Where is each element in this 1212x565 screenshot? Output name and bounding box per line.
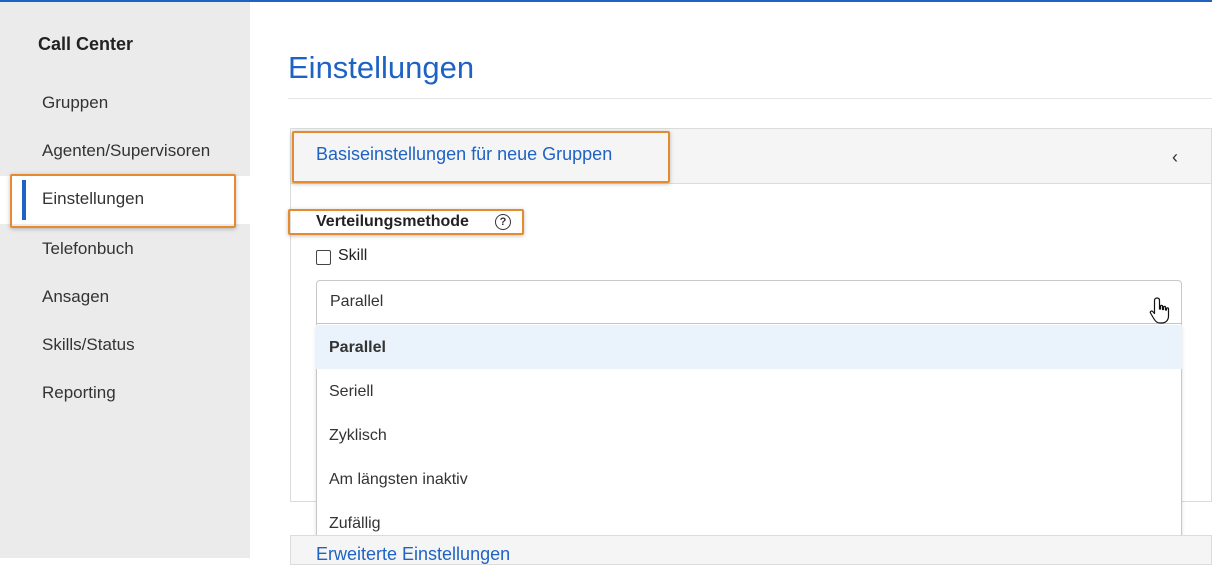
page-title: Einstellungen <box>288 50 475 85</box>
distribution-select[interactable] <box>316 280 1182 324</box>
option-seriell[interactable]: Seriell <box>316 369 1182 413</box>
chevron-left-icon[interactable]: ‹ <box>1172 147 1178 168</box>
hand-cursor-icon <box>1149 297 1170 324</box>
option-label: Zyklisch <box>329 427 387 444</box>
sidebar-item-label: Reporting <box>42 383 116 402</box>
skill-checkbox-label[interactable]: Skill <box>338 247 367 265</box>
sidebar-item-ansagen[interactable]: Ansagen <box>0 274 250 322</box>
option-zyklisch[interactable]: Zyklisch <box>316 413 1182 457</box>
skill-checkbox[interactable] <box>316 250 331 265</box>
sidebar-item-label: Agenten/Supervisoren <box>42 141 211 160</box>
sidebar-item-telefonbuch[interactable]: Telefonbuch <box>0 226 250 274</box>
highlight-box-panel-header <box>292 131 670 183</box>
option-am-laengsten-inaktiv[interactable]: Am längsten inaktiv <box>316 457 1182 501</box>
sidebar-item-label: Telefonbuch <box>42 239 134 258</box>
advanced-settings-label[interactable]: Erweiterte Einstellungen <box>316 544 510 565</box>
sidebar-item-gruppen[interactable]: Gruppen <box>0 80 250 128</box>
sidebar-item-skills-status[interactable]: Skills/Status <box>0 322 250 370</box>
sidebar-item-label: Skills/Status <box>42 335 135 354</box>
option-label: Zufällig <box>329 515 381 532</box>
option-label: Seriell <box>329 383 374 400</box>
distribution-select-value: Parallel <box>330 293 384 310</box>
option-label: Am längsten inaktiv <box>329 471 468 488</box>
highlight-box-distribution-label <box>288 209 524 235</box>
sidebar-item-label: Ansagen <box>42 287 110 306</box>
option-label: Parallel <box>329 339 386 356</box>
title-divider <box>288 98 1212 99</box>
sidebar-title: Call Center <box>38 34 134 54</box>
sidebar-item-agenten-supervisoren[interactable]: Agenten/Supervisoren <box>0 128 250 176</box>
highlight-box-sidebar <box>10 174 236 228</box>
sidebar-item-reporting[interactable]: Reporting <box>0 370 250 418</box>
option-parallel[interactable]: Parallel <box>316 325 1182 369</box>
sidebar-item-label: Gruppen <box>42 93 109 112</box>
